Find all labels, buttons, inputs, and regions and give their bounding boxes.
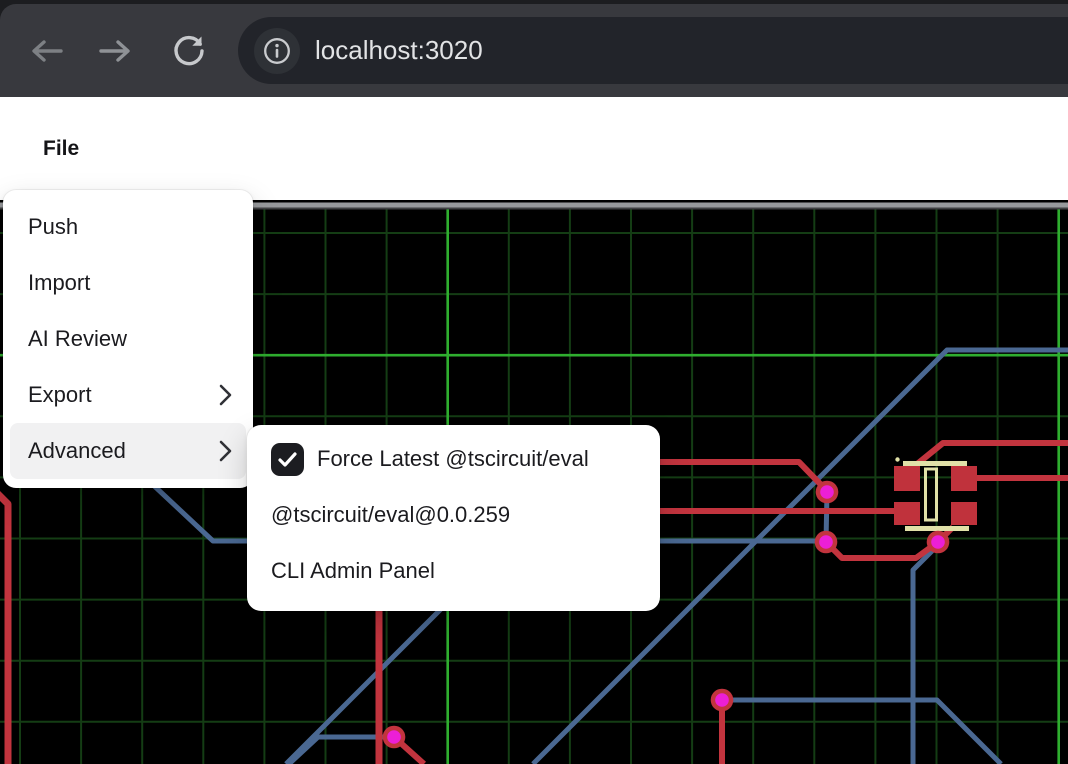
browser-toolbar: localhost:3020 bbox=[0, 4, 1068, 97]
site-info-icon bbox=[263, 37, 291, 65]
back-button[interactable] bbox=[28, 4, 66, 97]
menu-item-label: Export bbox=[28, 382, 92, 408]
checkbox-checked-icon[interactable] bbox=[271, 443, 304, 476]
menu-item-label: Push bbox=[28, 214, 78, 240]
via bbox=[816, 481, 839, 504]
browser-chrome: localhost:3020 bbox=[0, 0, 1068, 97]
silk-pin1-dot bbox=[895, 457, 899, 461]
file-menu: Push Import AI Review Export Advanced bbox=[3, 190, 253, 488]
via bbox=[383, 726, 406, 749]
advanced-submenu: Force Latest @tscircuit/eval @tscircuit/… bbox=[247, 425, 660, 611]
via bbox=[815, 531, 838, 554]
menu-item-label: Advanced bbox=[28, 438, 126, 464]
submenu-item-label: Force Latest @tscircuit/eval bbox=[317, 446, 589, 472]
back-arrow-icon bbox=[30, 38, 64, 64]
silk-top-bar bbox=[903, 461, 967, 466]
pad-top-right bbox=[951, 466, 977, 491]
forward-button[interactable] bbox=[96, 4, 134, 97]
menu-file[interactable]: File bbox=[43, 137, 79, 161]
menu-item-ai-review[interactable]: AI Review bbox=[10, 311, 246, 367]
site-info-button[interactable] bbox=[254, 28, 300, 74]
address-bar[interactable]: localhost:3020 bbox=[238, 17, 1068, 84]
forward-arrow-icon bbox=[98, 38, 132, 64]
pad-bottom-right bbox=[951, 502, 977, 525]
via bbox=[711, 689, 734, 712]
submenu-item-cli-admin-panel[interactable]: CLI Admin Panel bbox=[247, 543, 660, 599]
url-text: localhost:3020 bbox=[315, 35, 483, 66]
chevron-right-icon bbox=[219, 384, 232, 406]
silk-bottom-bar bbox=[905, 526, 969, 531]
menu-item-advanced[interactable]: Advanced bbox=[10, 423, 246, 479]
menu-item-label: Import bbox=[28, 270, 90, 296]
submenu-item-eval-version[interactable]: @tscircuit/eval@0.0.259 bbox=[247, 487, 660, 543]
chevron-right-icon bbox=[219, 440, 232, 462]
menu-item-label: AI Review bbox=[28, 326, 127, 352]
menu-item-export[interactable]: Export bbox=[10, 367, 246, 423]
via bbox=[927, 531, 950, 554]
menu-item-push[interactable]: Push bbox=[10, 199, 246, 255]
pad-top-left bbox=[894, 466, 920, 491]
menu-item-import[interactable]: Import bbox=[10, 255, 246, 311]
submenu-item-force-latest-eval[interactable]: Force Latest @tscircuit/eval bbox=[247, 431, 660, 487]
submenu-item-label: CLI Admin Panel bbox=[271, 558, 435, 584]
reload-icon bbox=[172, 34, 206, 68]
submenu-item-label: @tscircuit/eval@0.0.259 bbox=[271, 502, 510, 528]
pad-bottom-left bbox=[894, 502, 920, 525]
reload-button[interactable] bbox=[170, 4, 208, 97]
